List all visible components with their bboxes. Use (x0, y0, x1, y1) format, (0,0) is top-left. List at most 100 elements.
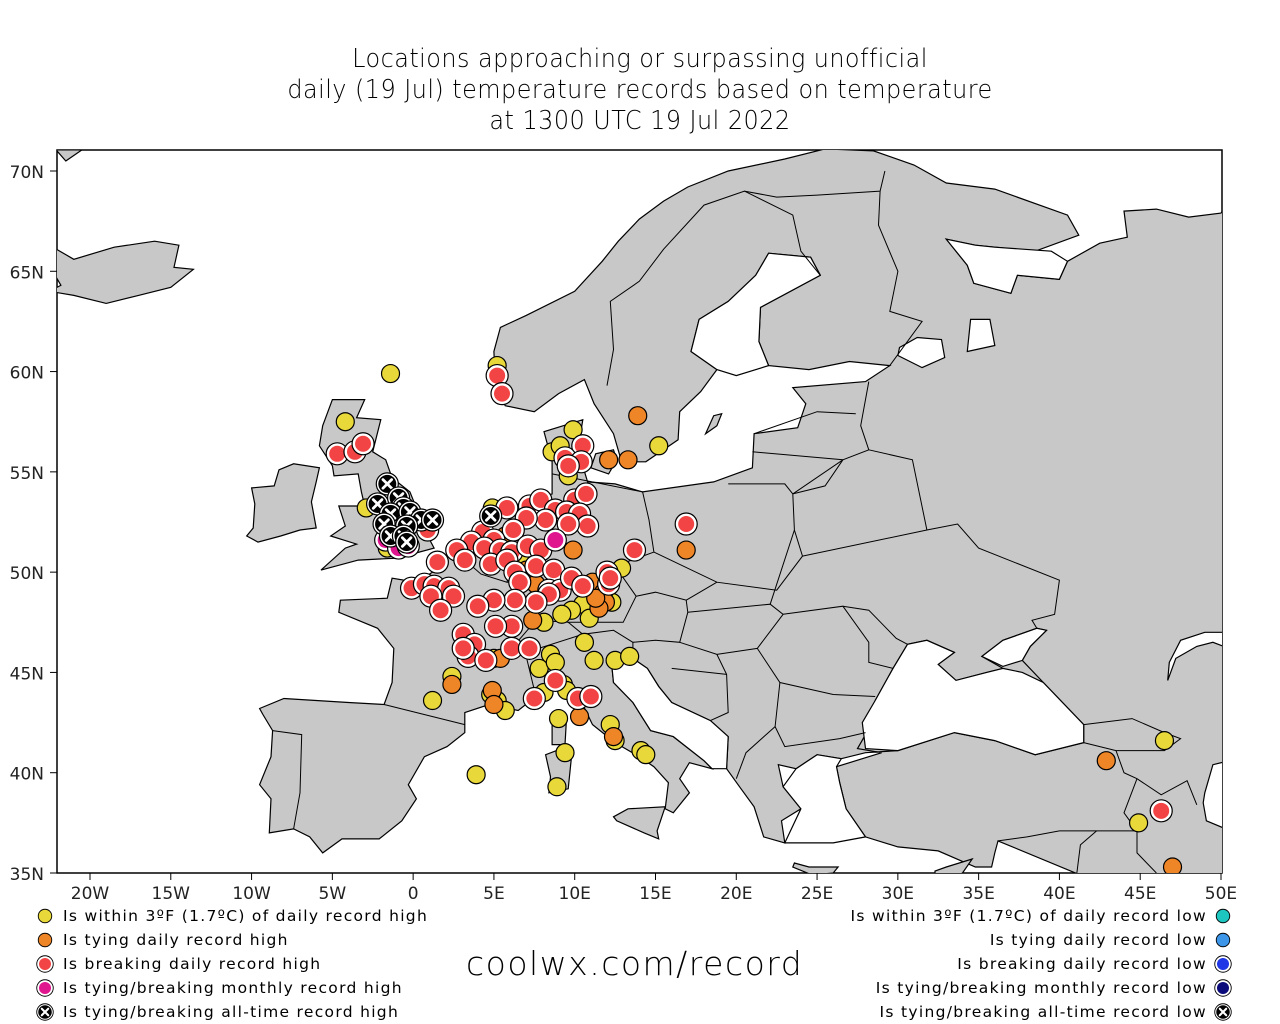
station-marker-within-high (649, 436, 669, 456)
station-marker-break-high (579, 684, 603, 709)
station-marker-tie-high (563, 540, 583, 560)
y-tick-label: 55N (10, 464, 44, 484)
station-marker-tie-high (603, 727, 624, 747)
legend-marker (1214, 1003, 1232, 1021)
x-tick-label: 50E (1205, 884, 1237, 904)
legend-marker (1215, 908, 1231, 924)
station-marker-within-high (545, 652, 565, 672)
map: 20W 15W 10W 5W 0 5E 10E 15E 20E 25E 30E 35E 40E 45E 50… (10, 149, 1237, 904)
station-marker-tie-high (618, 450, 638, 470)
station-marker-alltime (420, 508, 445, 532)
legend-marker (1214, 979, 1232, 997)
legend-item-tie-high: Is tying daily record high (36, 928, 428, 952)
legend-item-month-low: Is tying/breaking monthly record low (851, 976, 1232, 1000)
month-low-marker-icon (1214, 979, 1232, 997)
station-marker-break-high (425, 550, 449, 574)
legend-item-within-low: Is within 3ºF (1.7ºC) of daily record lo… (851, 904, 1232, 928)
station-marker-within-high (620, 646, 640, 666)
x-tick-label: 25E (801, 884, 833, 904)
alltime-marker-icon (1214, 1003, 1232, 1021)
legend-label: Is tying daily record low (989, 931, 1207, 949)
x-tick-label: 5E (483, 884, 505, 904)
legend-item-month-high: Is tying/breaking monthly record high (36, 976, 428, 1000)
legend-item-alltime: Is tying/breaking all-time record low (851, 1000, 1232, 1024)
station-marker-within-high (548, 708, 569, 729)
x-tick-label: 15E (639, 884, 671, 904)
station-marker-within-high (1154, 731, 1175, 751)
break-high-marker-icon (36, 955, 54, 973)
station-marker-break-high (453, 548, 477, 572)
x-tick-label: 45E (1124, 884, 1156, 904)
tie-low-marker-icon (1215, 932, 1231, 948)
station-marker-within-high (547, 777, 567, 797)
break-low-marker-icon (1214, 955, 1232, 973)
station-marker-break-high (517, 636, 542, 660)
legend-marker (37, 908, 53, 924)
legend-marker (1215, 932, 1231, 948)
legend-item-within-high: Is within 3ºF (1.7ºC) of daily record hi… (36, 904, 428, 928)
station-marker-alltime (395, 530, 419, 554)
legend-high: Is within 3ºF (1.7ºC) of daily record hi… (36, 904, 428, 1024)
x-tick-label: 5W (319, 884, 347, 904)
station-marker-tie-high (523, 610, 543, 630)
x-tick-label: 20E (720, 884, 752, 904)
y-tick-label: 45N (10, 664, 44, 684)
legend-marker (36, 955, 54, 973)
legend-label: Is tying/breaking monthly record high (63, 979, 403, 997)
station-marker-tie-high (628, 406, 648, 426)
legend-item-break-low: Is breaking daily record low (851, 952, 1232, 976)
station-marker-break-high (474, 648, 498, 672)
legend-label: Is tying/breaking all-time record high (63, 1003, 400, 1021)
x-tick-label: 20W (71, 884, 110, 904)
y-tick-label: 40N (10, 765, 44, 785)
station-marker-within-high (574, 632, 595, 652)
station-marker-month-high (543, 528, 567, 552)
station-marker-break-high (522, 686, 546, 711)
station-marker-break-high (451, 636, 475, 660)
website-label: coolwx.com/record (466, 944, 804, 983)
station-marker-within-high (422, 690, 443, 711)
station-marker-tie-high (599, 450, 619, 470)
tie-high-marker-icon (37, 932, 53, 948)
legend-marker (36, 979, 54, 997)
station-marker-break-high (1149, 799, 1173, 823)
legend-item-tie-low: Is tying daily record low (851, 928, 1232, 952)
station-marker-break-high (598, 566, 622, 590)
x-tick-label: 15W (152, 884, 191, 904)
station-marker-break-high (574, 482, 598, 506)
station-marker-break-high (534, 508, 558, 532)
station-marker-within-high (335, 412, 355, 432)
station-marker-within-high (552, 604, 572, 624)
x-tick-label: 35E (962, 884, 994, 904)
station-marker-tie-high (676, 540, 696, 560)
x-tick-label: 10W (232, 884, 271, 904)
legend-label: Is tying daily record high (63, 931, 289, 949)
station-marker-within-high (584, 650, 604, 670)
station-marker-within-high (636, 745, 656, 765)
water-onega (966, 318, 996, 353)
legend-item-break-high: Is breaking daily record high (36, 952, 428, 976)
legend-label: Is breaking daily record high (63, 955, 322, 973)
y-axis: 35N 40N 45N 50N 55N 60N 65N 70N (10, 163, 57, 885)
legend-label: Is breaking daily record low (957, 955, 1207, 973)
station-marker-tie-high (569, 706, 590, 727)
within-high-marker-icon (37, 908, 53, 924)
station-marker-tie-high (1096, 751, 1116, 771)
station-marker-break-high (503, 588, 527, 612)
legend-label: Is within 3ºF (1.7ºC) of daily record lo… (850, 907, 1207, 925)
station-marker-within-high (555, 743, 575, 763)
y-tick-label: 50N (10, 564, 44, 584)
legend-low: Is within 3ºF (1.7ºC) of daily record lo… (851, 904, 1232, 1024)
alltime-marker-icon (36, 1003, 54, 1021)
y-tick-label: 65N (10, 263, 44, 283)
station-marker-break-high (351, 432, 375, 456)
station-marker-within-high (466, 765, 486, 785)
legend-marker (1214, 955, 1232, 973)
station-marker-break-high (524, 590, 548, 614)
x-tick-label: 10E (559, 884, 591, 904)
legend-label: Is within 3ºF (1.7ºC) of daily record hi… (63, 907, 429, 925)
station-marker-break-high (576, 514, 600, 538)
x-tick-label: 0 (408, 884, 419, 904)
station-marker-break-high (571, 574, 595, 598)
station-marker-break-high (674, 512, 698, 536)
